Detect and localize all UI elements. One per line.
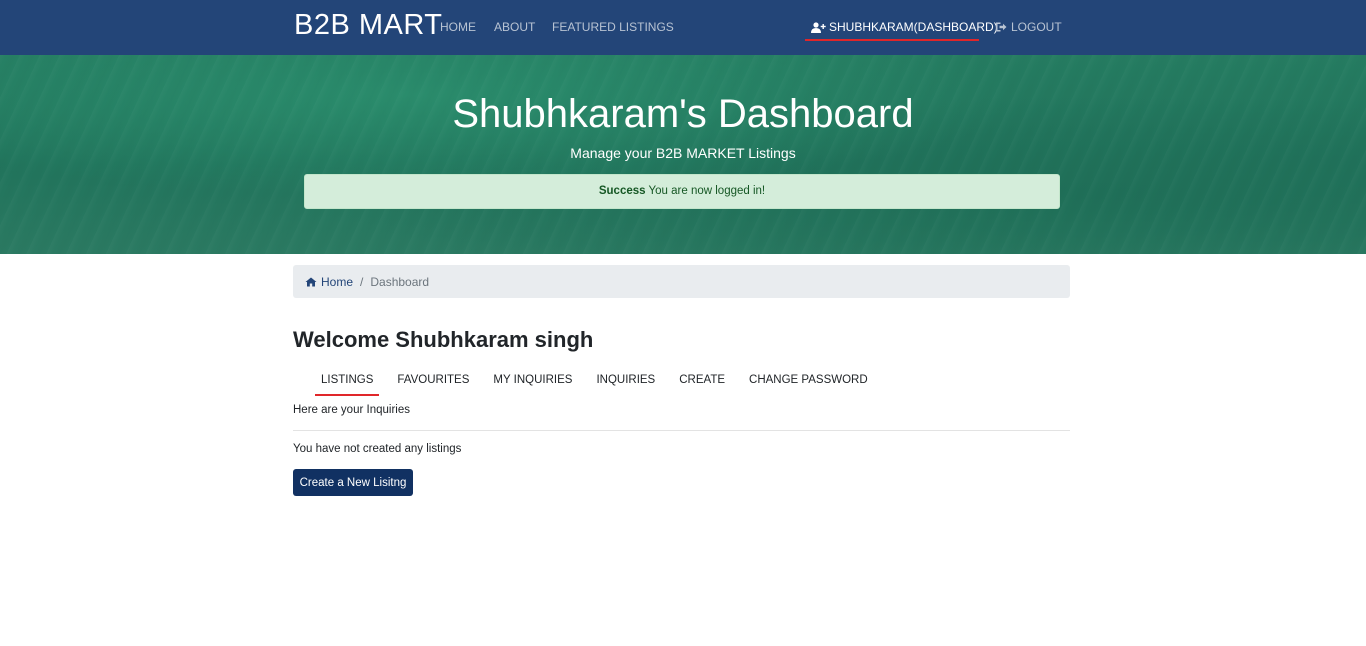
alert-message: You are now logged in! — [645, 185, 766, 197]
tab-my-inquiries[interactable]: MY INQUIRIES — [487, 373, 578, 396]
breadcrumb-home-link[interactable]: Home — [305, 275, 353, 289]
no-listings-message: You have not created any listings — [293, 443, 462, 455]
active-nav-underline — [805, 39, 979, 41]
tab-change-password[interactable]: CHANGE PASSWORD — [743, 373, 874, 396]
alert-strong-text: Success — [598, 185, 646, 197]
page-title: Shubhkaram's Dashboard — [452, 92, 914, 136]
home-icon — [305, 277, 317, 287]
nav-logout-label: LOGOUT — [1011, 20, 1062, 34]
breadcrumb: Home / Dashboard — [293, 265, 1070, 298]
nav-dashboard-label: SHUBHKARAM(DASHBOARD) — [829, 20, 998, 34]
success-alert: Success You are now logged in! — [304, 174, 1060, 209]
create-listing-button[interactable]: Create a New Lisitng — [293, 469, 413, 496]
tab-create[interactable]: CREATE — [673, 373, 731, 396]
brand-logo[interactable]: B2B MART — [294, 9, 443, 42]
breadcrumb-separator: / — [360, 274, 364, 289]
nav-about-link[interactable]: ABOUT — [494, 20, 535, 34]
tab-inquiries[interactable]: INQUIRIES — [590, 373, 661, 396]
sign-out-icon — [996, 22, 1007, 32]
navbar: B2B MART HOME ABOUT FEATURED LISTINGS SH… — [0, 0, 1366, 55]
tab-listings[interactable]: LISTINGS — [315, 373, 380, 396]
section-divider — [293, 430, 1070, 431]
user-plus-icon — [811, 21, 826, 33]
dashboard-hero: Shubhkaram's Dashboard Manage your B2B M… — [0, 55, 1366, 254]
nav-dashboard-link[interactable]: SHUBHKARAM(DASHBOARD) — [811, 20, 998, 34]
tab-favourites[interactable]: FAVOURITES — [391, 373, 475, 396]
nav-logout-link[interactable]: LOGOUT — [996, 20, 1062, 34]
inquiries-intro-text: Here are your Inquiries — [293, 404, 410, 416]
nav-home-link[interactable]: HOME — [440, 20, 476, 34]
page-subtitle: Manage your B2B MARKET Listings — [570, 145, 796, 161]
dashboard-tabs: LISTINGS FAVOURITES MY INQUIRIES INQUIRI… — [315, 373, 886, 397]
welcome-heading: Welcome Shubhkaram singh — [293, 327, 594, 352]
breadcrumb-home-label: Home — [321, 274, 354, 289]
breadcrumb-current: Dashboard — [370, 274, 430, 289]
nav-featured-listings-link[interactable]: FEATURED LISTINGS — [552, 20, 674, 34]
